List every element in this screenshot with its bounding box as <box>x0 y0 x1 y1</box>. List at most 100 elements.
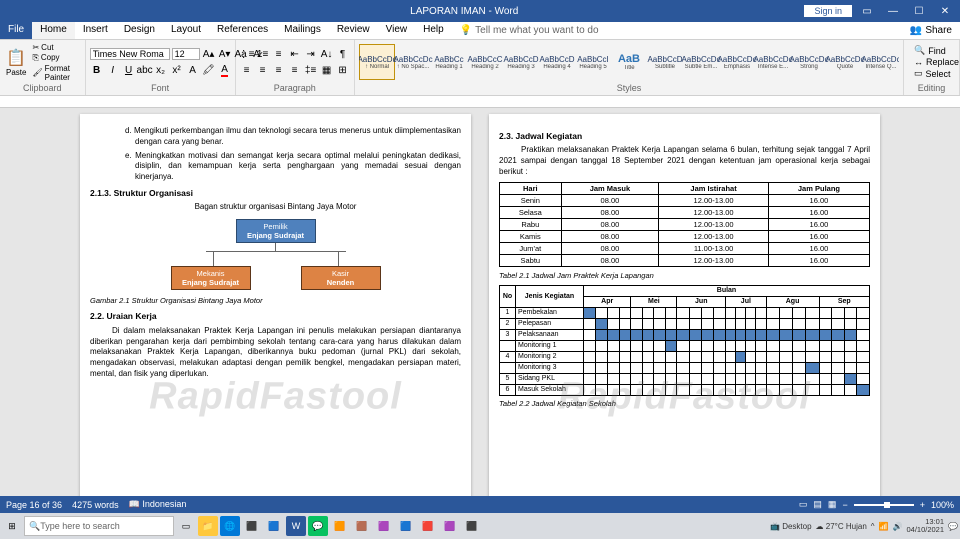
word-app-icon[interactable]: W <box>286 516 306 536</box>
tab-layout[interactable]: Layout <box>163 22 209 39</box>
format-painter-button[interactable]: 🖌 Format Painter <box>30 64 80 82</box>
tab-home[interactable]: Home <box>32 22 75 39</box>
ruler[interactable] <box>0 96 960 108</box>
tray-clock[interactable]: 13:0104/10/2021 <box>906 518 944 535</box>
style-heading1[interactable]: AaBbCcHeading 1 <box>431 44 467 80</box>
zoom-in-icon[interactable]: + <box>920 500 925 510</box>
copy-button[interactable]: ⎘ Copy <box>30 53 80 63</box>
app-icon[interactable]: 🌐 <box>220 516 240 536</box>
show-marks-icon[interactable]: ¶ <box>336 47 350 61</box>
subscript-icon[interactable]: x₂ <box>154 63 168 77</box>
font-name-input[interactable] <box>90 48 170 60</box>
app-icon[interactable]: ⬛ <box>462 516 482 536</box>
tray-weather[interactable]: ☁ 27°C Hujan <box>816 522 867 531</box>
superscript-icon[interactable]: x² <box>170 63 184 77</box>
app-icon[interactable]: 🟫 <box>352 516 372 536</box>
style-strong[interactable]: AaBbCcDcStrong <box>791 44 827 80</box>
underline-button[interactable]: U <box>122 63 136 77</box>
tray-notif-icon[interactable]: 💬 <box>948 522 958 531</box>
app-icon[interactable]: 🟪 <box>440 516 460 536</box>
text-effects-icon[interactable]: A <box>186 63 200 77</box>
font-size-input[interactable] <box>172 48 200 60</box>
cut-button[interactable]: ✂ Cut <box>30 43 80 52</box>
maximize-icon[interactable]: ☐ <box>908 2 930 20</box>
bullets-icon[interactable]: ⋮≡ <box>240 47 254 61</box>
app-icon[interactable]: 🟥 <box>418 516 438 536</box>
tell-me-input[interactable]: 💡Tell me what you want to do <box>452 22 607 39</box>
numbering-icon[interactable]: 1≡ <box>256 47 270 61</box>
tray-volume-icon[interactable]: 🔊 <box>893 522 903 531</box>
tray-chevron-icon[interactable]: ^ <box>871 522 875 531</box>
view-web-icon[interactable]: ▦ <box>828 499 837 510</box>
style-nospac[interactable]: AaBbCcDc↑ No Spac... <box>395 44 431 80</box>
app-icon[interactable]: 🟦 <box>396 516 416 536</box>
style-heading4[interactable]: AaBbCcDHeading 4 <box>539 44 575 80</box>
line-spacing-icon[interactable]: ‡≡ <box>304 63 318 77</box>
app-icon[interactable]: 🟧 <box>330 516 350 536</box>
style-intenseq[interactable]: AaBbCcDcIntense Q... <box>863 44 899 80</box>
signin-button[interactable]: Sign in <box>804 5 852 17</box>
align-right-icon[interactable]: ≡ <box>272 63 286 77</box>
align-center-icon[interactable]: ≡ <box>256 63 270 77</box>
ribbon-opts-icon[interactable]: ▭ <box>856 2 878 20</box>
status-page[interactable]: Page 16 of 36 <box>6 500 62 510</box>
page-left[interactable]: RapidFastool d. Mengikuti perkembangan i… <box>80 114 471 512</box>
tab-review[interactable]: Review <box>329 22 378 39</box>
font-color-icon[interactable]: A <box>218 63 232 77</box>
zoom-level[interactable]: 100% <box>931 500 954 510</box>
tab-help[interactable]: Help <box>415 22 452 39</box>
share-button[interactable]: 👥Share <box>902 22 960 39</box>
tab-view[interactable]: View <box>378 22 416 39</box>
shading-icon[interactable]: ▦ <box>320 63 334 77</box>
sort-icon[interactable]: A↓ <box>320 47 334 61</box>
style-heading3[interactable]: AaBbCcDHeading 3 <box>503 44 539 80</box>
grow-font-icon[interactable]: A▴ <box>202 47 216 61</box>
tab-file[interactable]: File <box>0 22 32 39</box>
borders-icon[interactable]: ⊞ <box>336 63 350 77</box>
status-words[interactable]: 4275 words <box>72 500 119 510</box>
app-icon[interactable]: ⬛ <box>242 516 262 536</box>
app-icon[interactable]: 🟪 <box>374 516 394 536</box>
styles-gallery[interactable]: AaBbCcDc↑ NormalAaBbCcDc↑ No Spac...AaBb… <box>359 44 899 80</box>
app-icon[interactable]: 📁 <box>198 516 218 536</box>
shrink-font-icon[interactable]: A▾ <box>218 47 232 61</box>
select-button[interactable]: ▭ Select <box>912 68 960 79</box>
document-area[interactable]: RapidFastool d. Mengikuti perkembangan i… <box>0 96 960 512</box>
style-quote[interactable]: AaBbCcDcQuote <box>827 44 863 80</box>
zoom-slider[interactable] <box>854 504 914 506</box>
task-view-icon[interactable]: ▭ <box>176 516 196 536</box>
tab-mailings[interactable]: Mailings <box>276 22 329 39</box>
style-title[interactable]: AaBTitle <box>611 44 647 80</box>
strike-button[interactable]: abc <box>138 63 152 77</box>
tray-wifi-icon[interactable]: 📶 <box>879 522 889 531</box>
style-heading2[interactable]: AaBbCcCHeading 2 <box>467 44 503 80</box>
paste-button[interactable]: 📋Paste <box>4 48 28 77</box>
multilevel-icon[interactable]: ≡ <box>272 47 286 61</box>
bold-button[interactable]: B <box>90 63 104 77</box>
tray-desktop-label[interactable]: 📺 Desktop <box>770 522 812 531</box>
style-intensee[interactable]: AaBbCcDcIntense E... <box>755 44 791 80</box>
dec-indent-icon[interactable]: ⇤ <box>288 47 302 61</box>
justify-icon[interactable]: ≡ <box>288 63 302 77</box>
app-icon[interactable]: 🟦 <box>264 516 284 536</box>
style-subtleem[interactable]: AaBbCcDcSubtle Em... <box>683 44 719 80</box>
style-heading5[interactable]: AaBbCcIHeading 5 <box>575 44 611 80</box>
view-print-icon[interactable]: ▤ <box>813 499 822 510</box>
style-normal[interactable]: AaBbCcDc↑ Normal <box>359 44 395 80</box>
align-left-icon[interactable]: ≡ <box>240 63 254 77</box>
tab-references[interactable]: References <box>209 22 276 39</box>
close-icon[interactable]: ✕ <box>934 2 956 20</box>
inc-indent-icon[interactable]: ⇥ <box>304 47 318 61</box>
zoom-out-icon[interactable]: − <box>842 500 847 510</box>
start-button[interactable]: ⊞ <box>2 516 22 536</box>
italic-button[interactable]: I <box>106 63 120 77</box>
minimize-icon[interactable]: — <box>882 2 904 20</box>
replace-button[interactable]: ↔ Replace <box>912 57 960 67</box>
taskbar-search[interactable]: 🔍 Type here to search <box>24 516 174 536</box>
highlight-icon[interactable]: 🖍 <box>202 63 216 77</box>
page-right[interactable]: RapidFastool 2.3. Jadwal Kegiatan Prakti… <box>489 114 880 512</box>
tab-design[interactable]: Design <box>116 22 163 39</box>
style-subtitle[interactable]: AaBbCcDSubtitle <box>647 44 683 80</box>
tab-insert[interactable]: Insert <box>75 22 116 39</box>
status-lang[interactable]: 📖 Indonesian <box>129 499 187 510</box>
